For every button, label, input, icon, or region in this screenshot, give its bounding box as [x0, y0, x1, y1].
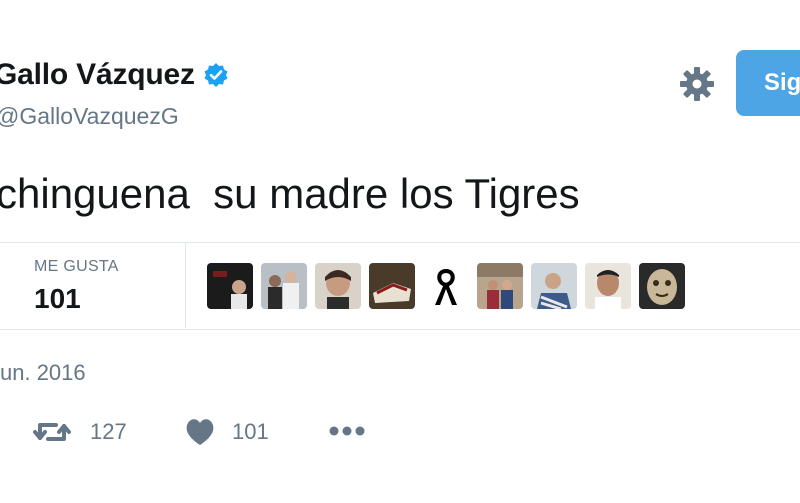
avatar[interactable] [261, 263, 307, 309]
avatar[interactable] [423, 263, 469, 309]
stats-separator [185, 243, 186, 328]
avatar[interactable] [315, 263, 361, 309]
tweet-timestamp[interactable]: un. 2016 [0, 360, 86, 386]
avatar[interactable] [585, 263, 631, 309]
retweet-icon[interactable] [32, 412, 72, 452]
likes-label: ME GUSTA [34, 258, 119, 275]
retweet-count: 127 [90, 419, 127, 444]
user-handle[interactable]: @GalloVazquezG [0, 103, 179, 130]
like-count: 101 [232, 419, 269, 444]
avatar[interactable] [531, 263, 577, 309]
follow-button[interactable]: Sig [736, 50, 800, 116]
verified-badge-icon [203, 62, 229, 88]
avatar[interactable] [369, 263, 415, 309]
avatar[interactable] [207, 263, 253, 309]
liker-avatars [207, 263, 685, 309]
tweet-actions: 127 101 [0, 412, 800, 452]
more-dots-icon[interactable] [328, 412, 366, 452]
heart-icon[interactable] [184, 412, 216, 452]
like-action[interactable]: 101 [184, 412, 269, 452]
user-name-row: Gallo Vázquez [0, 58, 229, 92]
avatar[interactable] [477, 263, 523, 309]
likes-count[interactable]: 101 [34, 283, 81, 315]
tweet-text: chinguena su madre los Tigres [0, 170, 580, 217]
avatar[interactable] [639, 263, 685, 309]
divider-bottom [0, 329, 800, 330]
display-name[interactable]: Gallo Vázquez [0, 58, 195, 92]
divider-top [0, 242, 800, 243]
retweet-action[interactable]: 127 [32, 412, 127, 452]
gear-icon[interactable] [679, 66, 715, 102]
